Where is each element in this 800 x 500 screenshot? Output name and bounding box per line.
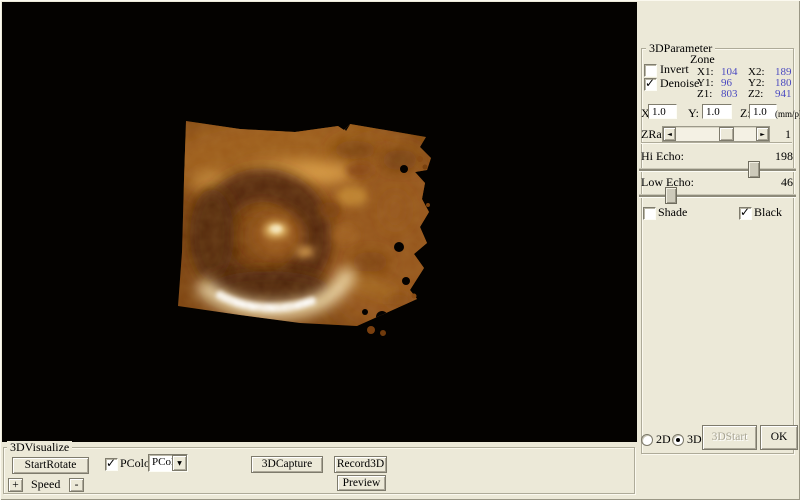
chevron-down-icon[interactable]: ▼ — [172, 455, 187, 471]
hi-echo-slider-thumb[interactable] — [748, 161, 760, 178]
voxel-unit-label: (mm/p) — [775, 108, 800, 120]
voxel-y-label: Y: — [688, 107, 699, 119]
pcolor-checkbox[interactable] — [105, 458, 118, 471]
shade-checkbox[interactable] — [643, 207, 656, 220]
ok-button[interactable]: OK — [760, 425, 798, 450]
hi-echo-slider-track[interactable] — [639, 168, 796, 172]
low-echo-slider-track[interactable] — [639, 194, 796, 198]
black-checkbox[interactable] — [739, 207, 752, 220]
black-label: Black — [754, 206, 782, 218]
zone-z2-value: 941 — [775, 88, 792, 100]
hi-echo-value: 198 — [760, 150, 793, 162]
hi-echo-label: Hi Echo: — [641, 150, 684, 162]
voxel-y-input[interactable]: 1.0 — [702, 104, 732, 119]
zrate-arrow-left-icon[interactable]: ◄ — [663, 127, 676, 141]
speed-minus-button[interactable]: - — [69, 478, 84, 492]
zone-z2-label: Z2: — [748, 88, 763, 100]
shade-label: Shade — [658, 206, 687, 218]
zrate-scrollbar[interactable]: ◄ ► — [662, 126, 770, 142]
ultrasound-render — [2, 2, 637, 442]
start-3d-button[interactable]: 3DStart — [702, 425, 757, 450]
zrate-scrollbar-thumb[interactable] — [719, 127, 734, 141]
record-3d-button[interactable]: Record3D — [334, 456, 387, 473]
capture-3d-button[interactable]: 3DCapture — [251, 456, 323, 473]
pcolor-select[interactable]: PColor ▼ — [148, 454, 188, 472]
voxel-z-input[interactable]: 1.0 — [749, 104, 777, 119]
mode-2d-radio[interactable] — [641, 434, 653, 446]
mode-3d-radio[interactable] — [672, 434, 684, 446]
mode-3d-label: 3D — [687, 433, 702, 445]
invert-label: Invert — [660, 63, 689, 75]
app-window: 3DParameter Invert Denoise Zone X1: 104 … — [0, 0, 800, 500]
low-echo-slider-thumb[interactable] — [665, 187, 677, 204]
low-echo-value: 46 — [760, 176, 793, 188]
separator-line — [641, 142, 792, 144]
zrate-arrow-right-icon[interactable]: ► — [756, 127, 769, 141]
speed-plus-button[interactable]: + — [8, 478, 23, 492]
speed-label: Speed — [31, 478, 60, 490]
voxel-x-input[interactable]: 1.0 — [648, 104, 677, 119]
preview-button[interactable]: Preview — [337, 475, 386, 491]
mode-2d-label: 2D — [656, 433, 671, 445]
parameter-group-title: 3DParameter — [646, 42, 715, 54]
start-rotate-button[interactable]: StartRotate — [12, 457, 89, 474]
zone-z1-value: 803 — [721, 88, 738, 100]
denoise-checkbox[interactable] — [644, 78, 657, 91]
zone-z1-label: Z1: — [697, 88, 712, 100]
render-viewport[interactable] — [2, 2, 637, 442]
zrate-value: 1 — [785, 128, 791, 140]
visualize-group-title: 3DVisualize — [7, 441, 72, 453]
denoise-label: Denoise — [660, 77, 699, 89]
